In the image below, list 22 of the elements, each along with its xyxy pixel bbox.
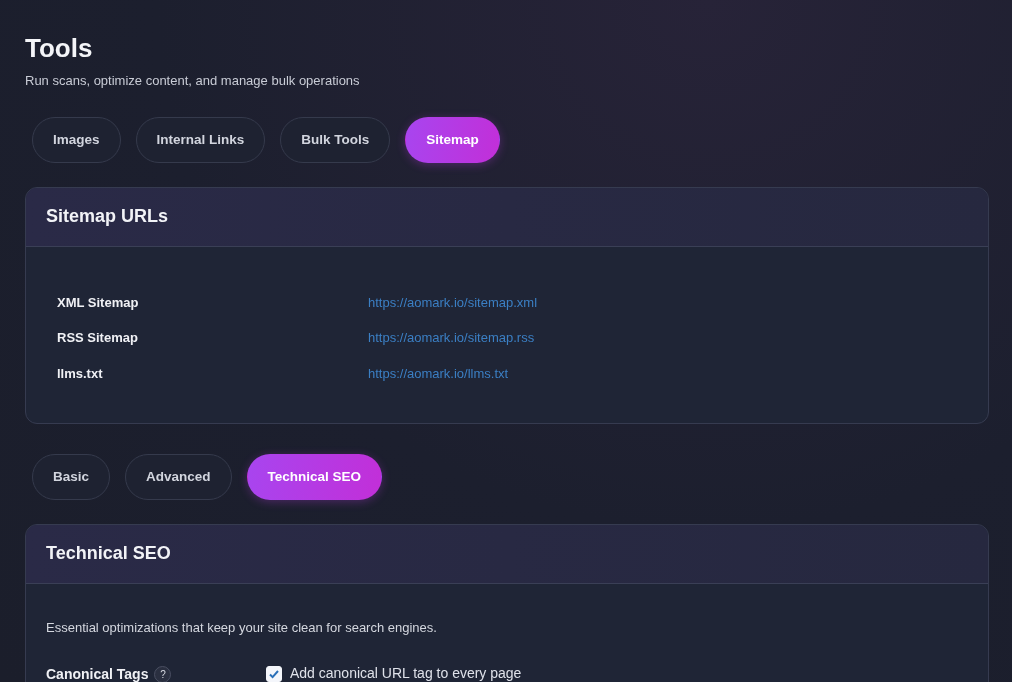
help-icon[interactable]: ? <box>154 665 172 682</box>
setting-label: Canonical Tags <box>46 665 149 682</box>
tab[interactable]: Basic <box>32 454 111 501</box>
url-label: XML Sitemap <box>57 294 139 310</box>
checkbox-label: Add canonical URL tag to every page <box>290 664 522 682</box>
page-title: Tools <box>25 33 94 65</box>
tab[interactable]: Advanced <box>125 454 232 501</box>
url-label: RSS Sitemap <box>57 330 138 346</box>
tab[interactable]: Images <box>32 116 121 163</box>
tab[interactable]: Internal Links <box>135 116 266 163</box>
tab[interactable]: Technical SEO <box>246 454 383 501</box>
url-link[interactable]: https://aomark.io/sitemap.xml <box>368 294 538 310</box>
url-link[interactable]: https://aomark.io/sitemap.rss <box>368 330 535 346</box>
url-link[interactable]: https://aomark.io/llms.txt <box>368 365 509 381</box>
tab[interactable]: Sitemap <box>405 116 500 163</box>
page-subtitle: Run scans, optimize content, and manage bulk operations <box>25 72 361 91</box>
url-label: llms.txt <box>57 365 103 381</box>
card-title: Technical SEO <box>46 543 171 565</box>
description-text: Essential optimizations that keep your site clean for search engines. <box>46 619 438 638</box>
tab[interactable]: Bulk Tools <box>280 116 391 163</box>
card-title: Sitemap URLs <box>46 205 169 228</box>
checkbox[interactable] <box>266 665 282 682</box>
